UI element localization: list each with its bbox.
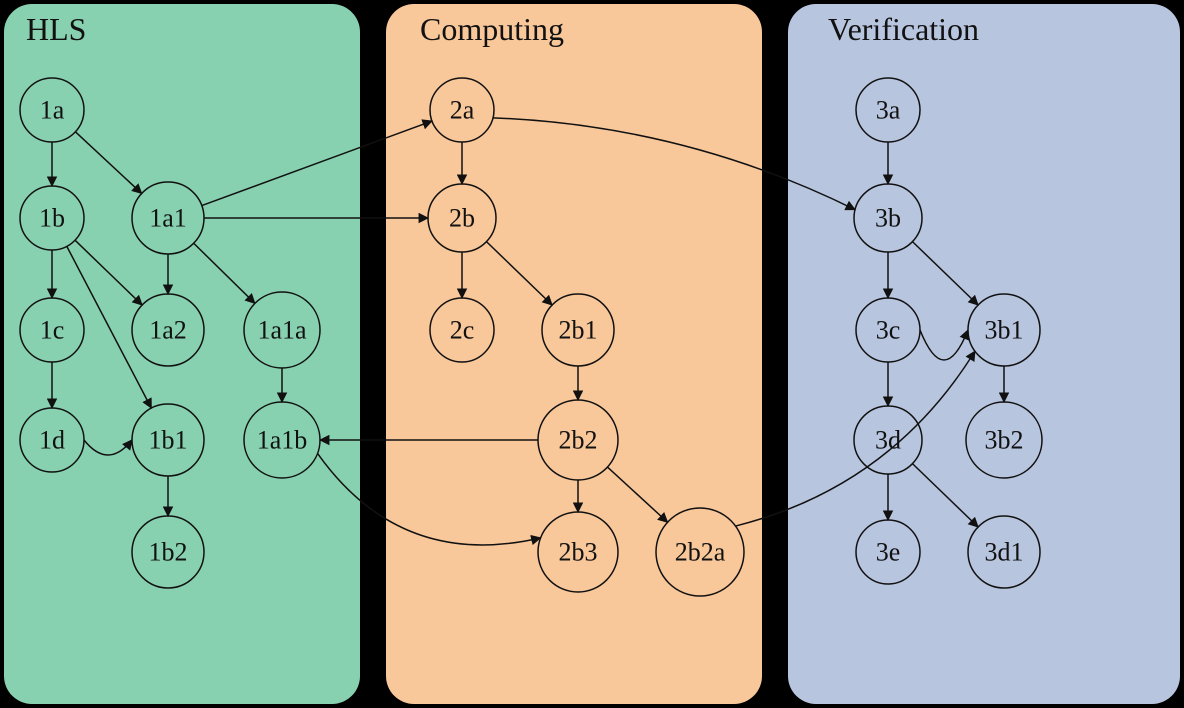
node-label-1b: 1b bbox=[39, 204, 65, 233]
node-label-1d: 1d bbox=[39, 426, 65, 455]
node-label-3a: 3a bbox=[876, 96, 901, 125]
group-verification bbox=[788, 4, 1180, 704]
node-label-2c: 2c bbox=[450, 316, 475, 345]
node-label-1a1: 1a1 bbox=[149, 204, 187, 233]
node-label-3e: 3e bbox=[876, 538, 901, 567]
node-label-2b1: 2b1 bbox=[559, 316, 598, 345]
node-label-1c: 1c bbox=[40, 316, 65, 345]
node-label-3b1: 3b1 bbox=[985, 316, 1024, 345]
node-label-1a1a: 1a1a bbox=[257, 316, 307, 345]
node-label-2b2a: 2b2a bbox=[675, 538, 726, 567]
node-label-2b2: 2b2 bbox=[559, 426, 598, 455]
group-title-computing: Computing bbox=[420, 11, 564, 47]
node-label-3d: 3d bbox=[875, 426, 901, 455]
node-label-1a1b: 1a1b bbox=[257, 426, 308, 455]
node-label-3d1: 3d1 bbox=[985, 538, 1024, 567]
group-computing bbox=[386, 4, 762, 704]
node-label-1b1: 1b1 bbox=[149, 426, 188, 455]
node-label-3c: 3c bbox=[876, 316, 901, 345]
node-label-1a2: 1a2 bbox=[149, 316, 187, 345]
node-label-2b3: 2b3 bbox=[559, 538, 598, 567]
node-label-2b: 2b bbox=[449, 204, 475, 233]
group-title-hls: HLS bbox=[26, 11, 86, 47]
node-label-3b: 3b bbox=[875, 204, 901, 233]
node-label-2a: 2a bbox=[450, 96, 475, 125]
node-label-1a: 1a bbox=[40, 96, 65, 125]
node-label-3b2: 3b2 bbox=[985, 426, 1024, 455]
group-title-verification: Verification bbox=[828, 11, 979, 47]
node-label-1b2: 1b2 bbox=[149, 538, 188, 567]
